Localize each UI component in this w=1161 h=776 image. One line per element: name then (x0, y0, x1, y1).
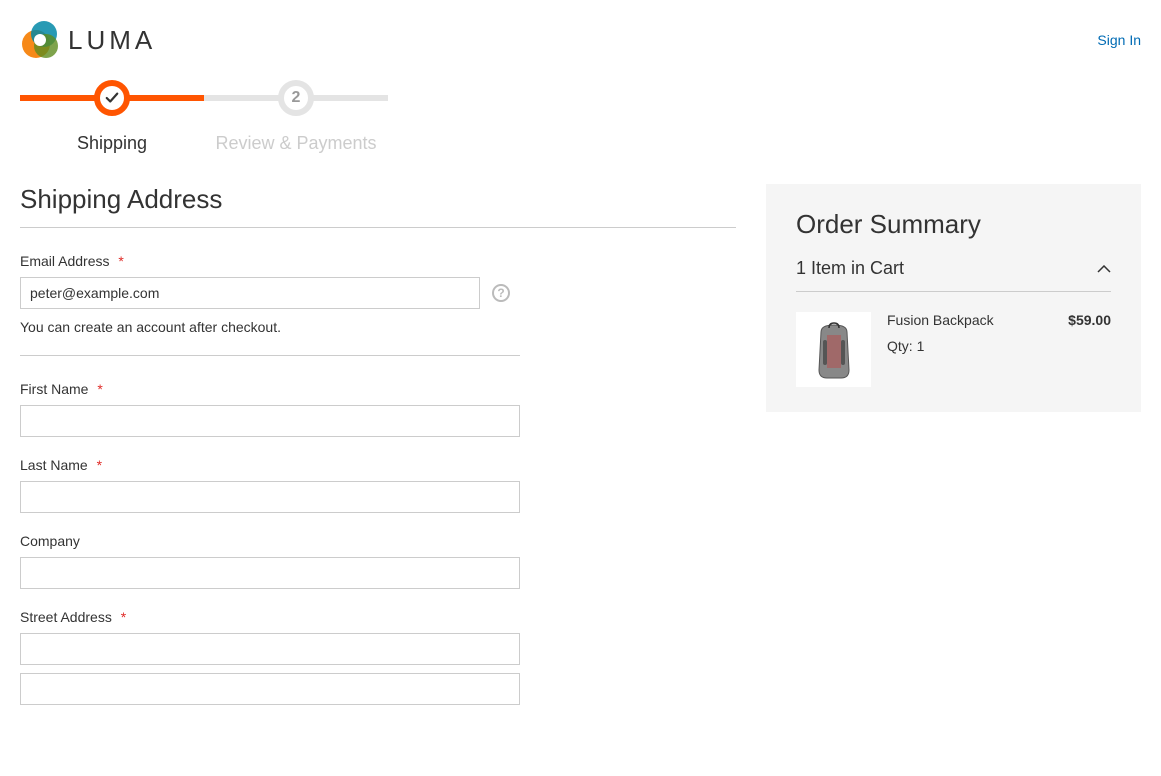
street-label: Street Address * (20, 609, 520, 625)
street-field-1[interactable] (20, 633, 520, 665)
item-qty: Qty: 1 (887, 338, 1111, 354)
checkmark-icon (105, 91, 119, 105)
email-field-group: Email Address * ? You can create an acco… (20, 253, 520, 335)
help-icon[interactable]: ? (492, 284, 510, 302)
brand-name: LUMA (68, 25, 156, 56)
step-shipping-label: Shipping (20, 133, 204, 154)
step-review-indicator: 2 (278, 80, 314, 116)
header: LUMA Sign In (20, 0, 1141, 80)
first-name-field[interactable] (20, 405, 520, 437)
last-name-field-group: Last Name * (20, 457, 520, 513)
checkout-progress: Shipping 2 Review & Payments (20, 95, 1141, 154)
item-name: Fusion Backpack (887, 312, 994, 328)
cart-item: Fusion Backpack $59.00 Qty: 1 (796, 312, 1111, 387)
required-marker: * (97, 457, 102, 473)
street-field-group: Street Address * (20, 609, 520, 705)
sign-in-link[interactable]: Sign In (1097, 32, 1141, 48)
required-marker: * (118, 253, 123, 269)
company-field[interactable] (20, 557, 520, 589)
email-note: You can create an account after checkout… (20, 319, 520, 335)
chevron-up-icon (1097, 265, 1111, 273)
item-image (796, 312, 871, 387)
step-review-label: Review & Payments (204, 133, 388, 154)
company-label: Company (20, 533, 520, 549)
step-review: 2 Review & Payments (204, 95, 388, 154)
last-name-field[interactable] (20, 481, 520, 513)
required-marker: * (121, 609, 126, 625)
first-name-field-group: First Name * (20, 381, 520, 437)
required-marker: * (97, 381, 102, 397)
summary-title: Order Summary (796, 209, 1111, 240)
luma-logo-icon (20, 20, 60, 60)
cart-toggle[interactable]: 1 Item in Cart (796, 258, 1111, 292)
order-summary: Order Summary 1 Item in Cart (766, 184, 1141, 412)
email-field[interactable] (20, 277, 480, 309)
form-divider (20, 355, 520, 356)
step-shipping: Shipping (20, 95, 204, 154)
item-price: $59.00 (1068, 312, 1111, 328)
cart-count: 1 Item in Cart (796, 258, 904, 279)
last-name-label: Last Name * (20, 457, 520, 473)
page-title: Shipping Address (20, 184, 736, 228)
company-field-group: Company (20, 533, 520, 589)
cart-items: Fusion Backpack $59.00 Qty: 1 (796, 292, 1111, 387)
first-name-label: First Name * (20, 381, 520, 397)
step-shipping-indicator (94, 80, 130, 116)
backpack-icon (809, 320, 859, 380)
street-field-2[interactable] (20, 673, 520, 705)
email-label: Email Address * (20, 253, 520, 269)
logo[interactable]: LUMA (20, 20, 156, 60)
